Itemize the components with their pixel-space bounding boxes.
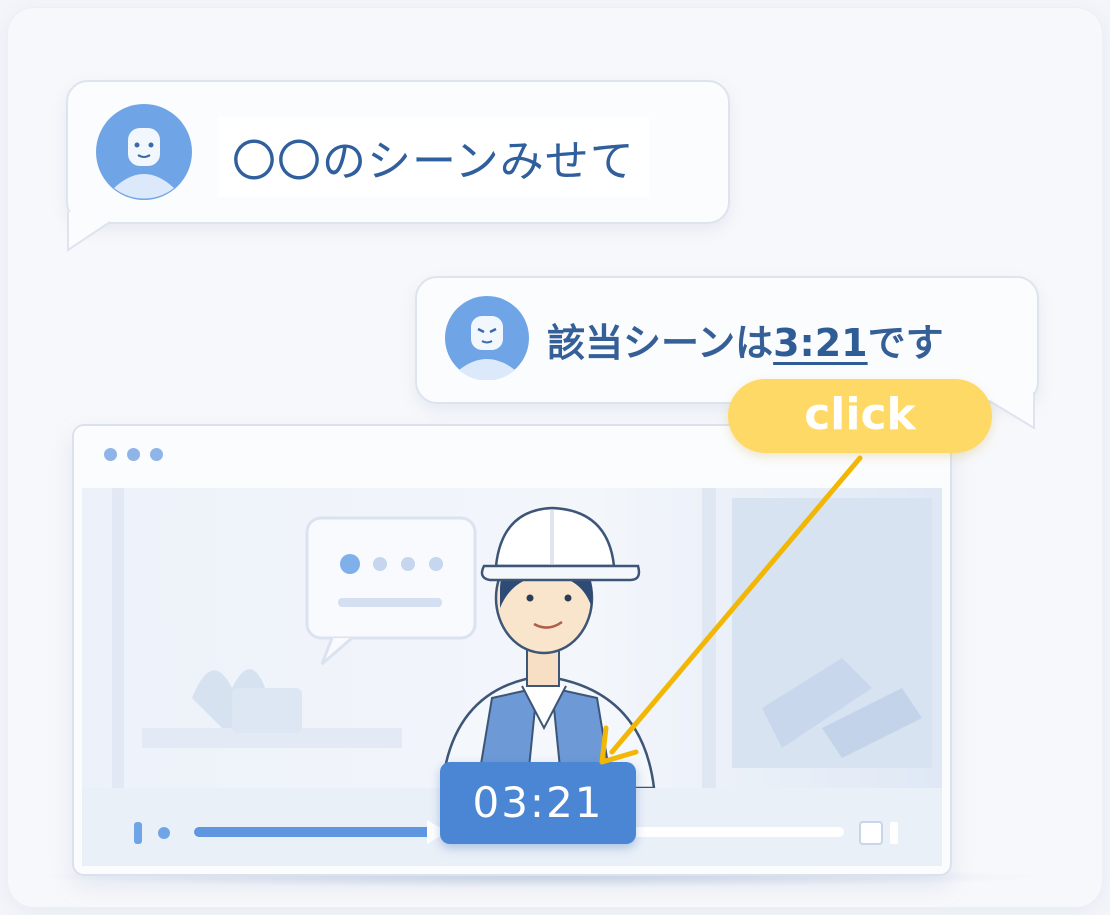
window-dot <box>127 448 140 461</box>
current-time-badge[interactable]: 03:21 <box>440 762 636 844</box>
bot-message-prefix: 該当シーンは <box>547 321 774 365</box>
user-message-text: 〇〇のシーンみせて <box>218 117 649 197</box>
user-bubble-tail <box>67 212 119 252</box>
window-controls <box>104 448 163 461</box>
click-label: click <box>728 379 992 453</box>
window-dot <box>150 448 163 461</box>
bot-avatar-icon <box>445 296 529 380</box>
bot-bubble-tail <box>988 392 1035 430</box>
bot-message-suffix: です <box>867 321 944 365</box>
bot-message: 該当シーンは3:21です <box>547 312 944 367</box>
progress-fill <box>194 827 433 837</box>
pause-icon <box>134 822 142 844</box>
volume-icon <box>158 827 170 839</box>
user-avatar-icon <box>96 104 192 200</box>
user-chat-bubble: 〇〇のシーンみせて <box>66 80 730 224</box>
window-dot <box>104 448 117 461</box>
timestamp-link[interactable]: 3:21 <box>773 321 868 365</box>
fullscreen-icon <box>859 821 883 845</box>
